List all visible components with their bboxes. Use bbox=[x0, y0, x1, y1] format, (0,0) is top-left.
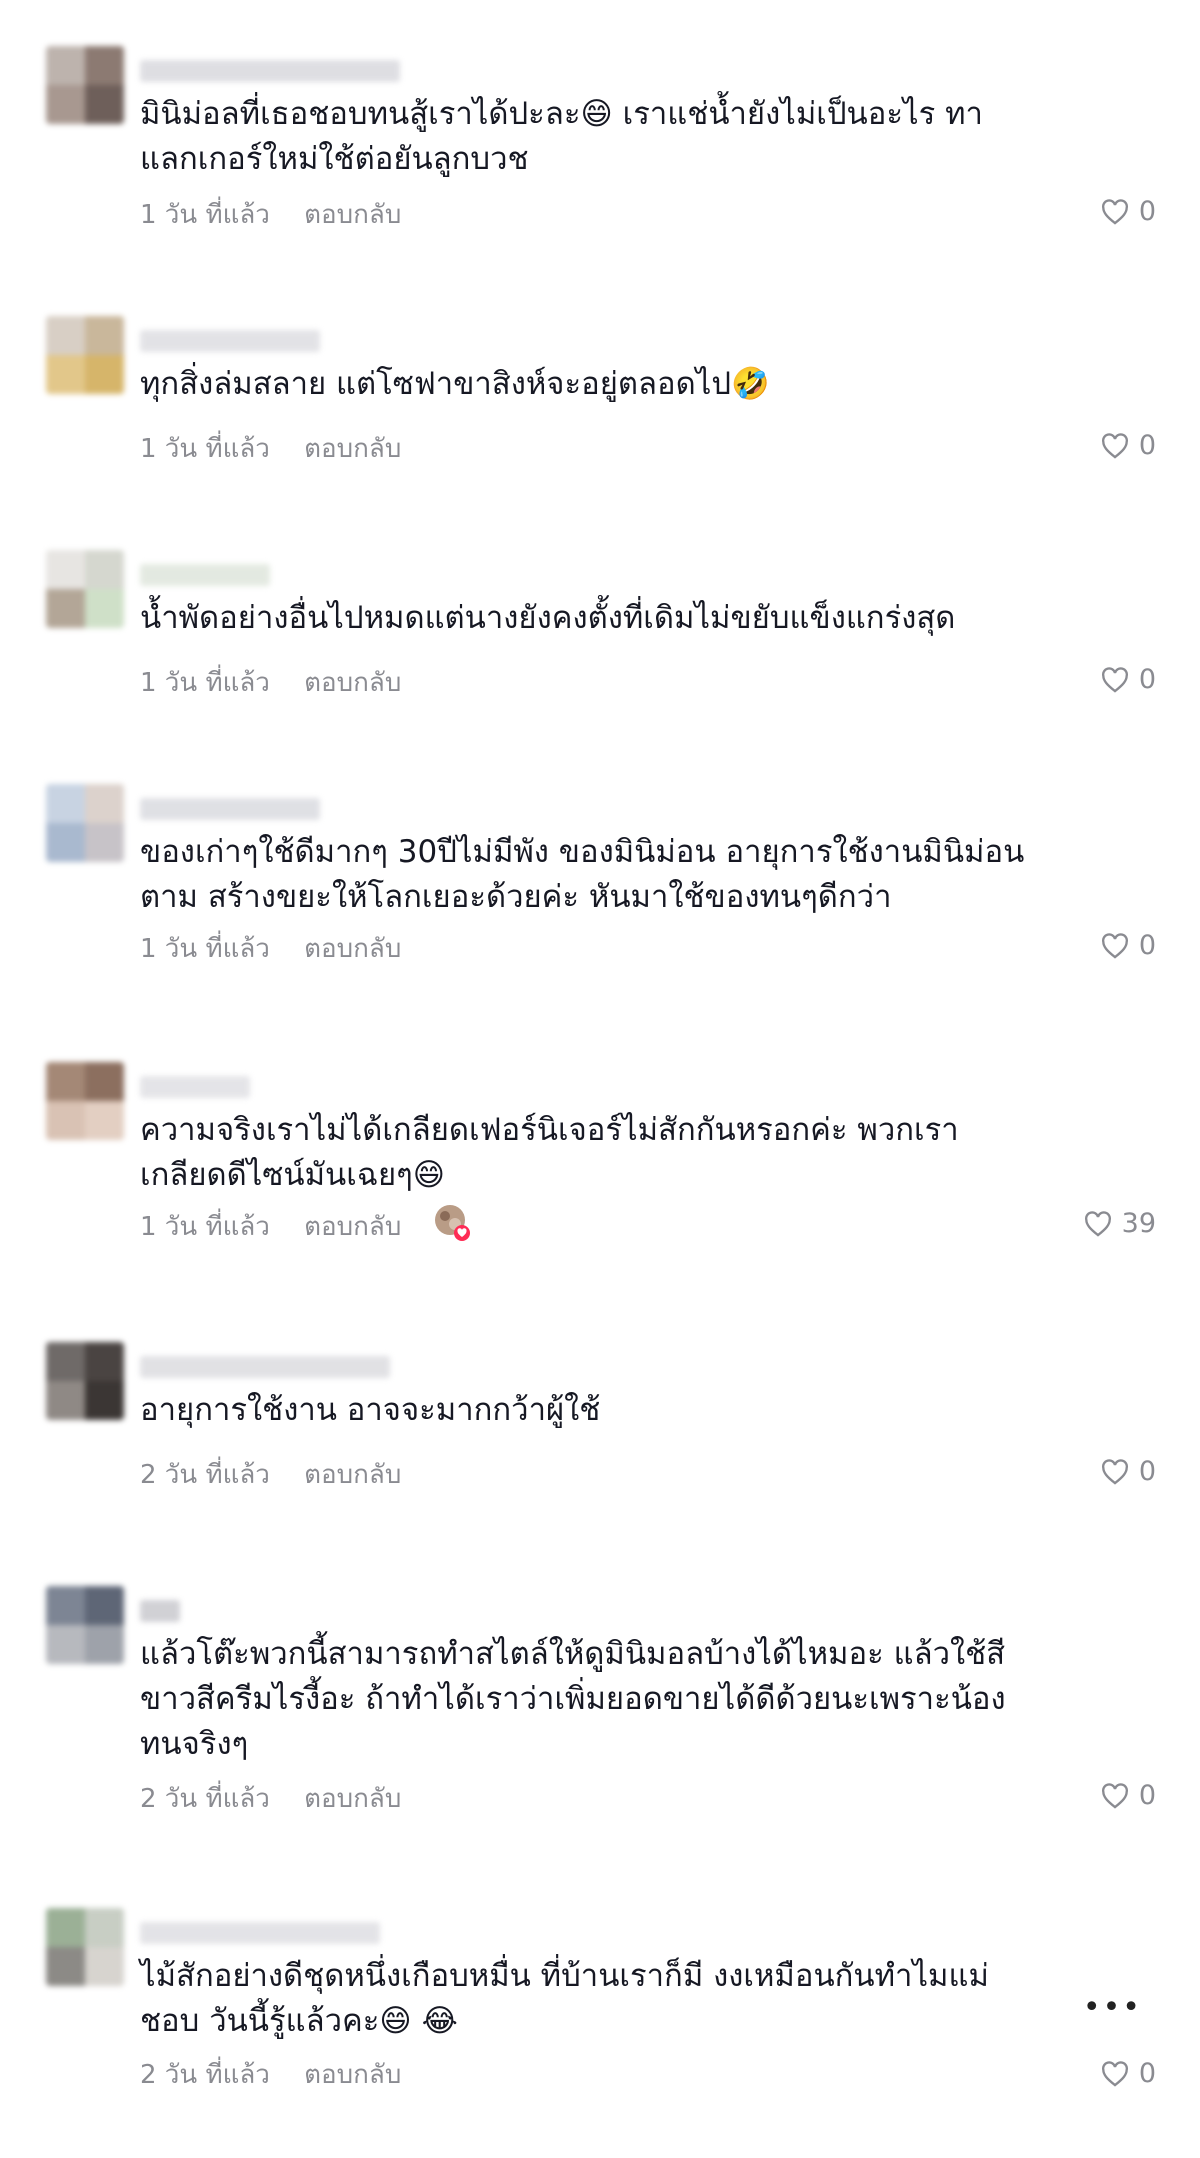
comment-item: ความจริงเราไม่ได้เกลียดเฟอร์นิเจอร์ไม่สั… bbox=[0, 1062, 1200, 1262]
comment-text: น้ำพัดอย่างอื่นไปหมดแต่นางยังคงตั้งที่เด… bbox=[140, 600, 956, 636]
like-button[interactable]: 39 bbox=[1084, 1208, 1156, 1239]
username[interactable] bbox=[140, 60, 400, 82]
comment-meta: 1 วัน ที่แล้ว ตอบกลับ bbox=[140, 662, 401, 703]
heart-outline-icon bbox=[1101, 2060, 1128, 2087]
reply-button[interactable]: ตอบกลับ bbox=[304, 1454, 401, 1495]
heart-outline-icon bbox=[1101, 198, 1128, 225]
like-count: 0 bbox=[1138, 196, 1156, 227]
heart-outline-icon bbox=[1101, 1458, 1128, 1485]
reply-button[interactable]: ตอบกลับ bbox=[304, 1206, 401, 1247]
comment-text: ไม้สักอย่างดีชุดหนึ่งเกือบหมื่น ที่บ้านเ… bbox=[140, 1958, 989, 2039]
avatar[interactable] bbox=[46, 550, 124, 628]
username[interactable] bbox=[140, 564, 270, 586]
username[interactable] bbox=[140, 1600, 180, 1622]
like-count: 0 bbox=[1138, 1456, 1156, 1487]
like-button[interactable]: 0 bbox=[1101, 1456, 1156, 1487]
heart-outline-icon bbox=[1101, 932, 1128, 959]
like-button[interactable]: 0 bbox=[1101, 2058, 1156, 2089]
comment-text: ความจริงเราไม่ได้เกลียดเฟอร์นิเจอร์ไม่สั… bbox=[140, 1112, 959, 1193]
username[interactable] bbox=[140, 330, 320, 352]
comment-text: แล้วโต๊ะพวกนี้สามารถทำสไตล์ให้ดูมินิมอลบ… bbox=[140, 1636, 1006, 1762]
username[interactable] bbox=[140, 1922, 380, 1944]
avatar[interactable] bbox=[46, 1342, 124, 1420]
heart-outline-icon bbox=[1084, 1210, 1111, 1237]
avatar[interactable] bbox=[46, 46, 124, 124]
avatar[interactable] bbox=[46, 1908, 124, 1986]
reply-button[interactable]: ตอบกลับ bbox=[304, 662, 401, 703]
like-button[interactable]: 0 bbox=[1101, 196, 1156, 227]
reply-button[interactable]: ตอบกลับ bbox=[304, 928, 401, 969]
comment-item: ของเก่าๆใช้ดีมากๆ 30ปีไม่มีพัง ของมินิม่… bbox=[0, 784, 1200, 984]
username[interactable] bbox=[140, 1076, 250, 1098]
avatar[interactable] bbox=[46, 1062, 124, 1140]
comment-item: แล้วโต๊ะพวกนี้สามารถทำสไตล์ให้ดูมินิมอลบ… bbox=[0, 1586, 1200, 1826]
like-button[interactable]: 0 bbox=[1101, 1780, 1156, 1811]
comment-text: ของเก่าๆใช้ดีมากๆ 30ปีไม่มีพัง ของมินิม่… bbox=[140, 834, 1025, 915]
avatar[interactable] bbox=[46, 1586, 124, 1664]
username[interactable] bbox=[140, 798, 320, 820]
comment-item: ไม้สักอย่างดีชุดหนึ่งเกือบหมื่น ที่บ้านเ… bbox=[0, 1908, 1200, 2108]
comment-meta: 1 วัน ที่แล้ว ตอบกลับ bbox=[140, 428, 401, 469]
avatar[interactable] bbox=[46, 316, 124, 394]
like-count: 0 bbox=[1138, 664, 1156, 695]
username[interactable] bbox=[140, 1356, 390, 1378]
comment-meta: 2 วัน ที่แล้ว ตอบกลับ bbox=[140, 2054, 401, 2095]
comment-time: 2 วัน ที่แล้ว bbox=[140, 1460, 270, 1490]
comment-text: อายุการใช้งาน อาจจะมากกว้าผู้ใช้ bbox=[140, 1392, 601, 1428]
comment-time: 2 วัน ที่แล้ว bbox=[140, 1784, 270, 1814]
like-count: 0 bbox=[1138, 1780, 1156, 1811]
comment-item: ทุกสิ่งล่มสลาย แต่โซฟาขาสิงห์จะอยู่ตลอดไ… bbox=[0, 316, 1200, 476]
reply-button[interactable]: ตอบกลับ bbox=[304, 1778, 401, 1819]
like-button[interactable]: 0 bbox=[1101, 430, 1156, 461]
like-count: 0 bbox=[1138, 930, 1156, 961]
comment-meta: 1 วัน ที่แล้ว ตอบกลับ bbox=[140, 1206, 401, 1247]
like-button[interactable]: 0 bbox=[1101, 664, 1156, 695]
comment-item: อายุการใช้งาน อาจจะมากกว้าผู้ใช้ 2 วัน ท… bbox=[0, 1342, 1200, 1502]
heart-outline-icon bbox=[1101, 666, 1128, 693]
like-button[interactable]: 0 bbox=[1101, 930, 1156, 961]
comment-meta: 1 วัน ที่แล้ว ตอบกลับ bbox=[140, 928, 401, 969]
avatar[interactable] bbox=[46, 784, 124, 862]
comment-time: 2 วัน ที่แล้ว bbox=[140, 2060, 270, 2090]
comment-time: 1 วัน ที่แล้ว bbox=[140, 434, 270, 464]
liked-by-creator-icon bbox=[435, 1205, 470, 1241]
comment-time: 1 วัน ที่แล้ว bbox=[140, 934, 270, 964]
comment-text: ทุกสิ่งล่มสลาย แต่โซฟาขาสิงห์จะอยู่ตลอดไ… bbox=[140, 366, 770, 402]
comment-text: มินิม่อลที่เธอชอบทนสู้เราได้ปะละ😄 เราแช่… bbox=[140, 96, 983, 177]
comment-time: 1 วัน ที่แล้ว bbox=[140, 668, 270, 698]
like-count: 0 bbox=[1138, 2058, 1156, 2089]
comment-item: มินิม่อลที่เธอชอบทนสู้เราได้ปะละ😄 เราแช่… bbox=[0, 46, 1200, 246]
more-options-icon[interactable]: ••• bbox=[1083, 1990, 1142, 2025]
heart-outline-icon bbox=[1101, 432, 1128, 459]
comment-time: 1 วัน ที่แล้ว bbox=[140, 200, 270, 230]
comment-meta: 2 วัน ที่แล้ว ตอบกลับ bbox=[140, 1778, 401, 1819]
like-count: 39 bbox=[1121, 1208, 1156, 1239]
reply-button[interactable]: ตอบกลับ bbox=[304, 194, 401, 235]
comment-time: 1 วัน ที่แล้ว bbox=[140, 1212, 270, 1242]
comment-item: น้ำพัดอย่างอื่นไปหมดแต่นางยังคงตั้งที่เด… bbox=[0, 550, 1200, 710]
heart-outline-icon bbox=[1101, 1782, 1128, 1809]
like-count: 0 bbox=[1138, 430, 1156, 461]
reply-button[interactable]: ตอบกลับ bbox=[304, 2054, 401, 2095]
comment-meta: 2 วัน ที่แล้ว ตอบกลับ bbox=[140, 1454, 401, 1495]
comment-meta: 1 วัน ที่แล้ว ตอบกลับ bbox=[140, 194, 401, 235]
reply-button[interactable]: ตอบกลับ bbox=[304, 428, 401, 469]
